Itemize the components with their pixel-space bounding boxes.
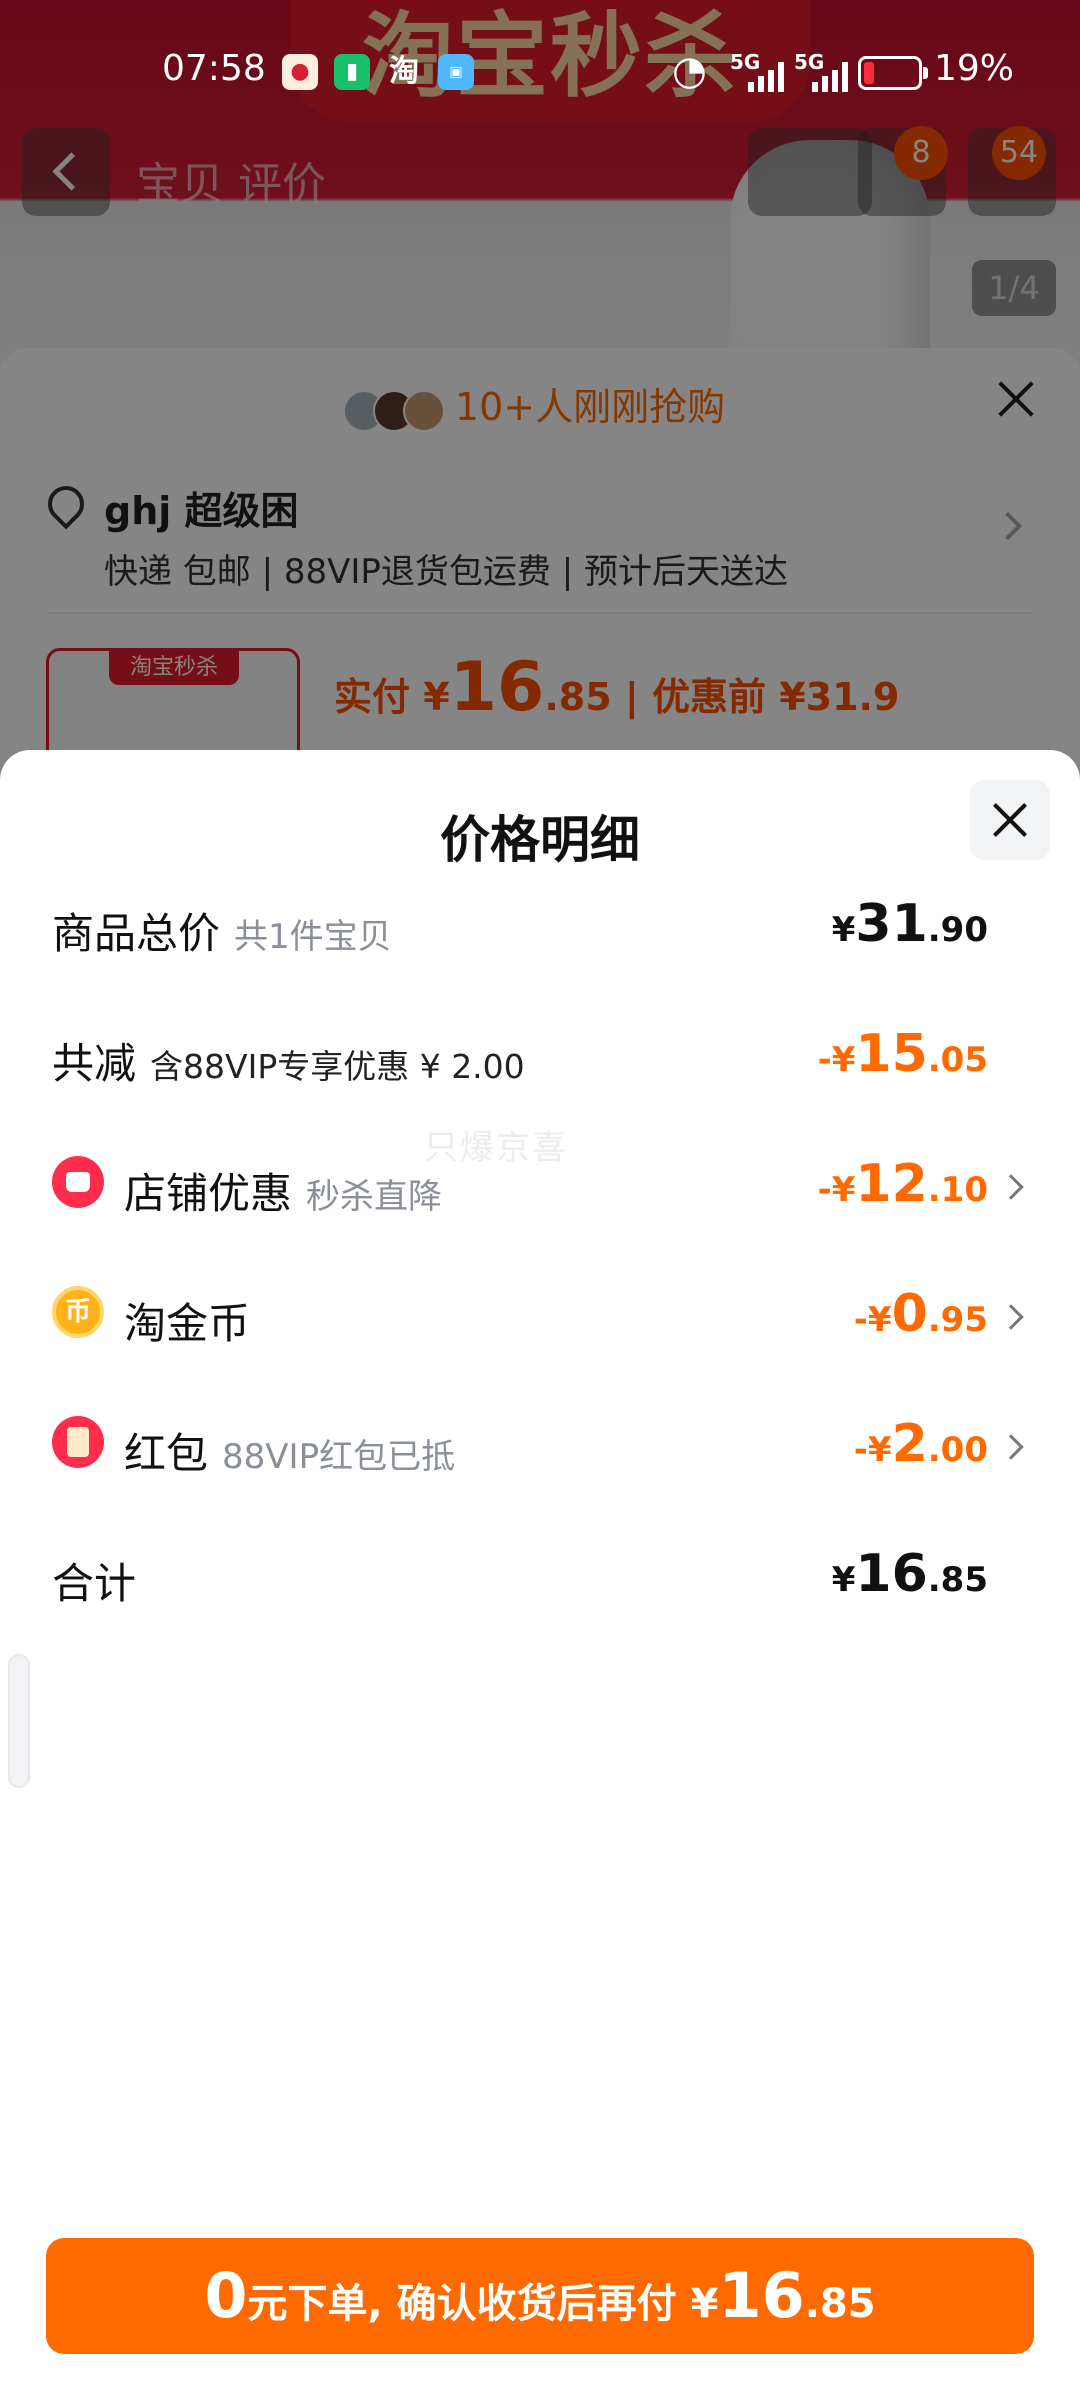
row-label: 商品总价 共1件宝贝 <box>52 909 392 958</box>
row-label: 店铺优惠 秒杀直降 <box>124 1169 443 1218</box>
row-label: 淘金币 <box>124 1299 251 1348</box>
row-amount: -¥0.95 <box>853 1284 988 1344</box>
row-red-packet[interactable]: 红包 88VIP红包已抵 -¥2.00 <box>52 1406 1028 1486</box>
row-grand-total: 合计 ¥16.85 <box>52 1536 1028 1616</box>
row-total-discount: 共减 含88VIP专享优惠 ¥ 2.00 -¥15.05 <box>52 1016 1028 1096</box>
row-store-discount[interactable]: 店铺优惠 秒杀直降 -¥12.10 <box>52 1146 1028 1226</box>
row-amount: ¥31.90 <box>831 894 988 954</box>
scroll-handle[interactable] <box>8 1654 30 1788</box>
close-button[interactable] <box>970 780 1050 860</box>
wifi-icon: ◔ <box>672 48 707 94</box>
battery-level <box>864 62 874 84</box>
row-taobao-coins[interactable]: 淘金币 -¥0.95 <box>52 1276 1028 1356</box>
row-amount: -¥2.00 <box>853 1414 988 1474</box>
game-app-icon: ▣ <box>438 54 474 90</box>
red-packet-icon <box>52 1416 104 1468</box>
signal-bars-icon <box>748 62 788 92</box>
coin-icon <box>52 1286 104 1338</box>
clock: 07:58 <box>162 48 266 89</box>
chevron-right-icon[interactable] <box>998 1434 1024 1460</box>
store-icon <box>52 1156 104 1208</box>
row-sub: 共1件宝贝 <box>234 917 392 957</box>
sheet-title: 价格明细 <box>440 811 640 869</box>
status-bar: 07:58 ● ▮ 淘 ▣ ◔ 5G 5G 19% <box>0 28 1080 118</box>
battery-percent: 19% <box>934 48 1015 89</box>
chevron-right-icon[interactable] <box>998 1304 1024 1330</box>
news-app-icon: ● <box>282 54 318 90</box>
row-sub: 秒杀直降 <box>306 1177 443 1217</box>
row-amount: -¥15.05 <box>817 1024 988 1084</box>
place-order-label: 0元下单, 确认收货后再付 ¥16.85 <box>204 2259 876 2332</box>
row-amount: -¥12.10 <box>817 1154 988 1214</box>
row-amount: ¥16.85 <box>831 1544 988 1604</box>
row-label: 红包 88VIP红包已抵 <box>124 1429 456 1478</box>
row-label: 共减 含88VIP专享优惠 ¥ 2.00 <box>52 1039 525 1088</box>
row-sub: 88VIP红包已抵 <box>222 1437 456 1477</box>
row-sub: 含88VIP专享优惠 ¥ 2.00 <box>150 1047 525 1086</box>
signal-bars-icon <box>812 62 852 92</box>
taobao-icon: 淘 <box>389 54 419 89</box>
battery-icon <box>858 56 928 90</box>
price-detail-sheet: 价格明细 只爆京喜 商品总价 共1件宝贝 ¥31.90 共减 含88VIP专享优惠 … <box>0 750 1080 2400</box>
battery-saver-icon: ▮ <box>334 54 370 90</box>
chevron-right-icon[interactable] <box>998 1174 1024 1200</box>
place-order-button[interactable]: 0元下单, 确认收货后再付 ¥16.85 <box>46 2238 1034 2354</box>
row-goods-total: 商品总价 共1件宝贝 ¥31.90 <box>52 886 1028 966</box>
row-label: 合计 <box>52 1559 137 1608</box>
